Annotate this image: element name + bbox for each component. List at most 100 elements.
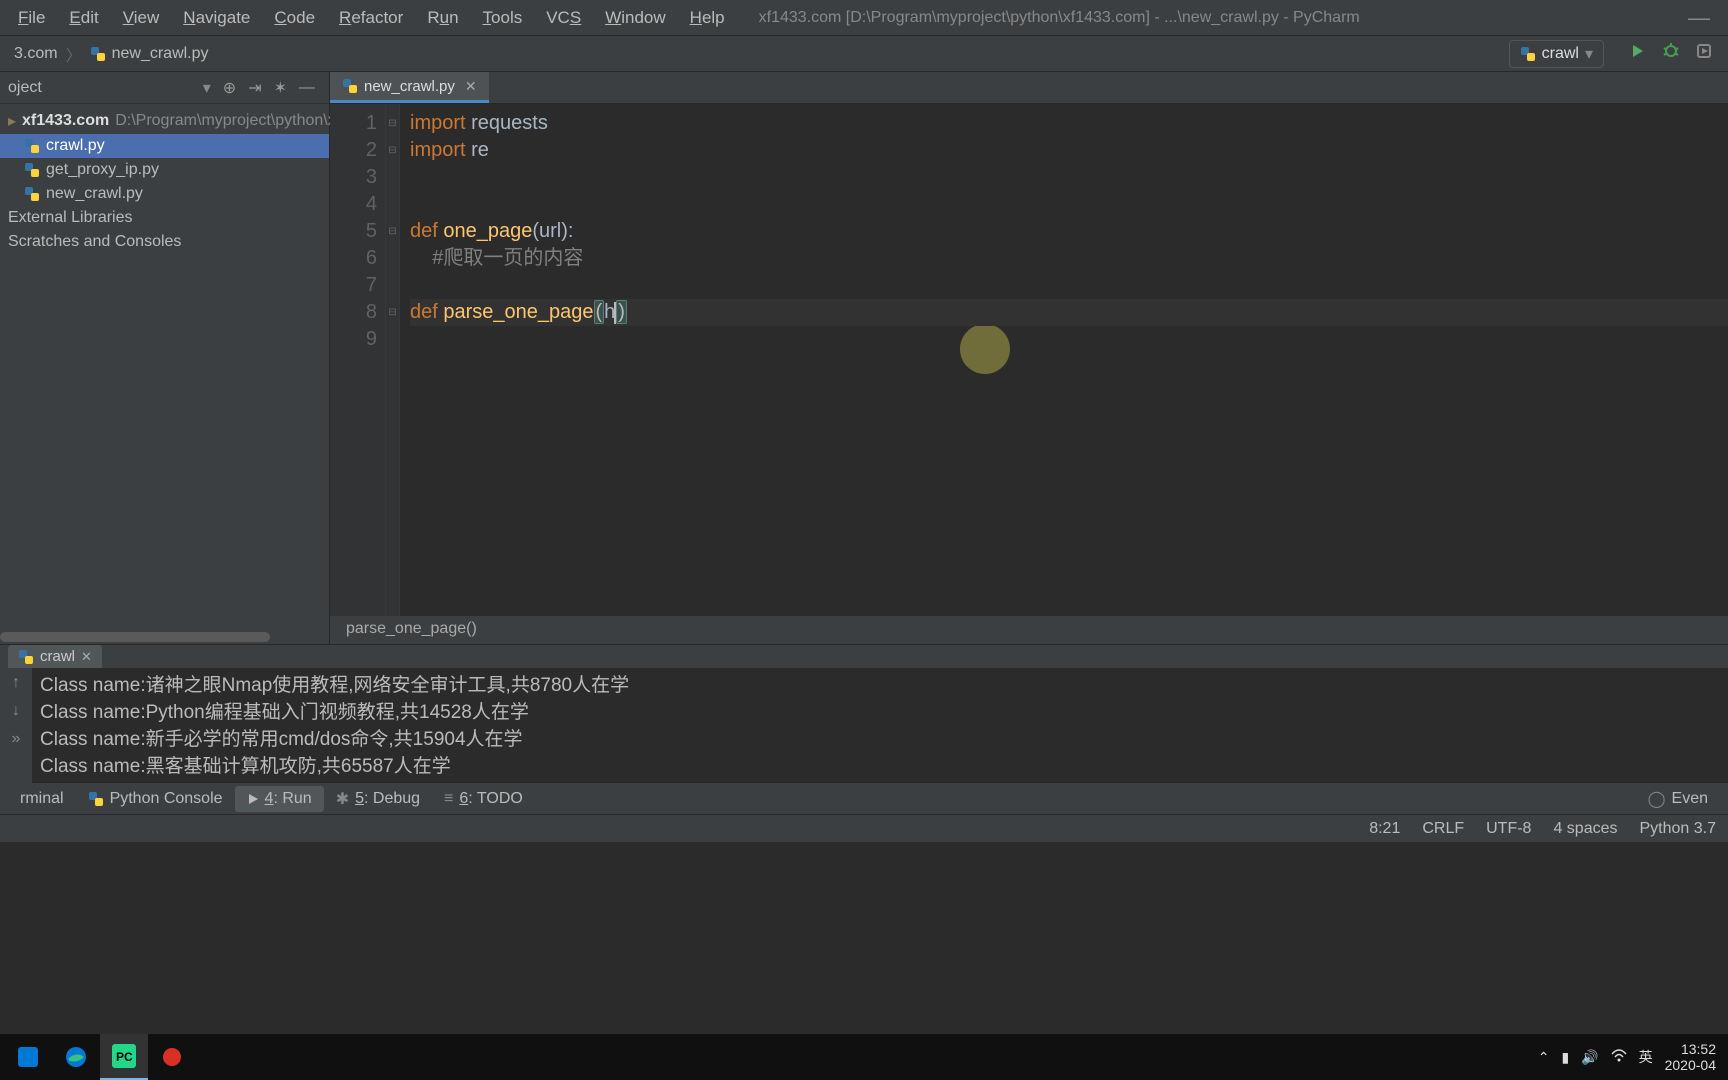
project-header: oject ▾ ⊕ ⇥ ✶ — xyxy=(0,72,329,104)
attach-button[interactable] xyxy=(1688,43,1720,64)
tree-scratches[interactable]: Scratches and Consoles xyxy=(0,230,329,254)
up-icon[interactable]: ↑ xyxy=(12,674,20,692)
breadcrumb-file[interactable]: new_crawl.py xyxy=(84,45,215,63)
run-config-selector[interactable]: crawl ▾ xyxy=(1509,40,1604,68)
python-file-icon xyxy=(24,162,40,178)
tab-label: 5: Debug xyxy=(355,790,420,808)
editor-area: new_crawl.py ✕ 123456789 ⊟⊟ ⊟ ⊟ import r… xyxy=(330,72,1728,644)
tab-label: new_crawl.py xyxy=(364,78,455,95)
close-icon[interactable]: ✕ xyxy=(465,78,477,95)
status-indent[interactable]: 4 spaces xyxy=(1553,820,1617,838)
editor-breadcrumb[interactable]: parse_one_page() xyxy=(330,616,1728,644)
taskbar-app-1[interactable] xyxy=(4,1034,52,1080)
list-icon: ≡ xyxy=(444,790,453,808)
run-tab-crawl[interactable]: crawl ✕ xyxy=(8,645,102,668)
python-file-icon xyxy=(342,78,358,94)
taskbar-record[interactable] xyxy=(148,1034,196,1080)
python-file-icon xyxy=(24,186,40,202)
collapse-icon[interactable]: ⇥ xyxy=(242,78,267,98)
tree-file-get-proxy[interactable]: get_proxy_ip.py xyxy=(0,158,329,182)
project-sidebar: oject ▾ ⊕ ⇥ ✶ — ▸ xf1433.com D:\Program\… xyxy=(0,72,330,644)
run-button[interactable] xyxy=(1622,43,1654,64)
ime-indicator[interactable]: 英 xyxy=(1639,1047,1653,1067)
breadcrumb-project[interactable]: 3.com xyxy=(8,45,64,63)
tree-file-label: new_crawl.py xyxy=(46,185,143,203)
tab-label: rminal xyxy=(20,790,64,808)
menu-refactor[interactable]: Refactor xyxy=(329,4,413,32)
battery-icon[interactable]: ▮ xyxy=(1561,1049,1569,1066)
menu-tools[interactable]: Tools xyxy=(473,4,533,32)
status-encoding[interactable]: UTF-8 xyxy=(1486,820,1531,838)
menu-code[interactable]: Code xyxy=(264,4,325,32)
tab-label: Python Console xyxy=(110,790,223,808)
tab-todo[interactable]: ≡ 6: TODO xyxy=(432,786,535,812)
sidebar-scrollbar[interactable] xyxy=(0,630,329,644)
minimize-icon[interactable]: — xyxy=(1678,5,1720,31)
tab-python-console[interactable]: Python Console xyxy=(76,786,235,812)
down-icon[interactable]: ↓ xyxy=(12,702,20,720)
gear-icon[interactable]: ✶ xyxy=(268,78,293,98)
menu-run[interactable]: Run xyxy=(417,4,468,32)
menu-help[interactable]: Help xyxy=(680,4,735,32)
hide-icon[interactable]: — xyxy=(293,79,321,97)
locate-icon[interactable]: ⊕ xyxy=(217,78,242,98)
navigation-bar: 3.com 〉 new_crawl.py crawl ▾ xyxy=(0,36,1728,72)
status-line-separator[interactable]: CRLF xyxy=(1422,820,1464,838)
event-log-button[interactable]: ◯ Even xyxy=(1636,785,1720,813)
tab-debug[interactable]: ✱ 5: Debug xyxy=(324,785,432,813)
taskbar-edge[interactable] xyxy=(52,1034,100,1080)
close-icon[interactable]: ✕ xyxy=(81,649,92,665)
run-tabs: crawl ✕ xyxy=(0,645,1728,668)
python-icon xyxy=(18,649,34,665)
line-gutter: 123456789 xyxy=(330,104,386,616)
fold-column[interactable]: ⊟⊟ ⊟ ⊟ xyxy=(386,104,400,616)
menu-file[interactable]: File xyxy=(8,4,55,32)
tab-terminal[interactable]: rminal xyxy=(8,786,76,812)
chevron-down-icon[interactable]: ▾ xyxy=(197,78,217,98)
play-icon xyxy=(247,793,259,805)
code-editor[interactable]: 123456789 ⊟⊟ ⊟ ⊟ import requestsimport r… xyxy=(330,104,1728,616)
tab-label: Even xyxy=(1672,790,1708,808)
menu-navigate[interactable]: Navigate xyxy=(173,4,260,32)
clock[interactable]: 13:52 2020-04 xyxy=(1665,1041,1716,1073)
python-file-icon xyxy=(90,46,106,62)
window-title: xf1433.com [D:\Program\myproject\python\… xyxy=(759,9,1674,27)
scrollbar-thumb[interactable] xyxy=(0,632,270,642)
run-config-label: crawl xyxy=(1542,45,1579,63)
project-title: oject xyxy=(8,79,197,97)
run-panel: crawl ✕ ↑ ↓ » Class name:诸神之眼Nmap使用教程,网络… xyxy=(0,644,1728,782)
menu-bar: File Edit View Navigate Code Refactor Ru… xyxy=(0,0,1728,36)
tree-file-crawl[interactable]: crawl.py xyxy=(0,134,329,158)
menu-vcs[interactable]: VCS xyxy=(536,4,591,32)
wifi-icon[interactable] xyxy=(1611,1048,1627,1067)
tree-file-new-crawl[interactable]: new_crawl.py xyxy=(0,182,329,206)
project-tree[interactable]: ▸ xf1433.com D:\Program\myproject\python… xyxy=(0,104,329,258)
tray-chevron-icon[interactable]: ⌃ xyxy=(1538,1049,1550,1066)
editor-breadcrumb-label: parse_one_page() xyxy=(346,620,477,637)
system-tray: ⌃ ▮ 🔊 英 13:52 2020-04 xyxy=(1538,1041,1724,1073)
taskbar-pycharm[interactable]: PC xyxy=(100,1034,148,1080)
editor-tabs: new_crawl.py ✕ xyxy=(330,72,1728,104)
tab-run[interactable]: 4: Run xyxy=(235,786,324,812)
windows-taskbar: PC ⌃ ▮ 🔊 英 13:52 2020-04 xyxy=(0,1034,1728,1080)
tree-root[interactable]: ▸ xf1433.com D:\Program\myproject\python… xyxy=(0,108,329,134)
run-output[interactable]: Class name:诸神之眼Nmap使用教程,网络安全审计工具,共8780人在… xyxy=(32,668,1728,784)
more-icon[interactable]: » xyxy=(12,730,21,748)
volume-icon[interactable]: 🔊 xyxy=(1581,1049,1598,1066)
clock-time: 13:52 xyxy=(1665,1041,1716,1057)
tab-new-crawl[interactable]: new_crawl.py ✕ xyxy=(330,72,489,103)
run-toolbar: ↑ ↓ » xyxy=(0,668,32,784)
code-content[interactable]: import requestsimport re def one_page(ur… xyxy=(400,104,1728,616)
breadcrumb-file-label: new_crawl.py xyxy=(112,45,209,63)
status-python[interactable]: Python 3.7 xyxy=(1640,820,1717,838)
tree-external-libraries[interactable]: External Libraries xyxy=(0,206,329,230)
tree-label: Scratches and Consoles xyxy=(8,233,181,251)
menu-window[interactable]: Window xyxy=(595,4,675,32)
debug-button[interactable] xyxy=(1654,42,1688,65)
status-position[interactable]: 8:21 xyxy=(1369,820,1400,838)
python-icon xyxy=(1520,46,1536,62)
menu-edit[interactable]: Edit xyxy=(59,4,108,32)
svg-text:PC: PC xyxy=(116,1050,133,1064)
menu-view[interactable]: View xyxy=(113,4,170,32)
breadcrumb-label: 3.com xyxy=(14,45,58,63)
